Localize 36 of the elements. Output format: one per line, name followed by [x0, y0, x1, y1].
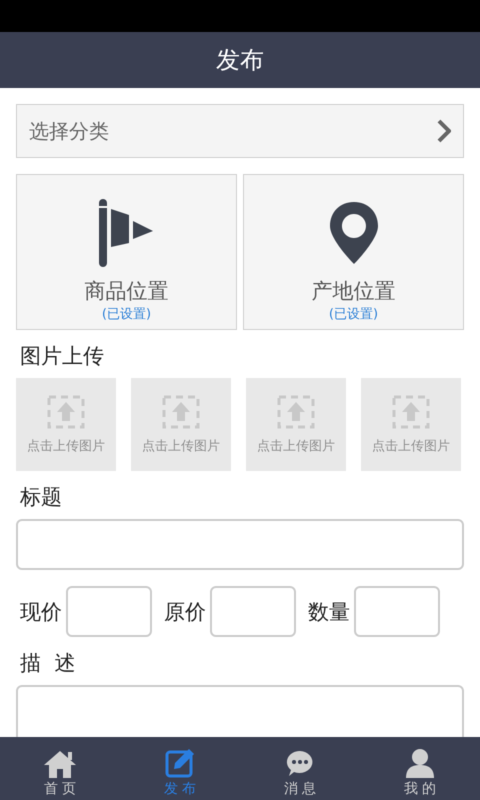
category-select[interactable]: 选择分类 [16, 104, 464, 158]
user-icon [406, 748, 434, 778]
upload-tile[interactable]: 点击上传图片 [246, 378, 346, 471]
nav-tab[interactable]: 首 页 [0, 737, 120, 800]
location-label: 商品位置 [84, 278, 168, 305]
location-status: (已设置) [102, 306, 152, 323]
input-field[interactable] [66, 586, 152, 637]
flag-icon [98, 199, 154, 267]
location-label: 产地位置 [312, 278, 396, 305]
field-label: 标题 [20, 484, 63, 511]
upload-tile[interactable]: 点击上传图片 [16, 378, 116, 471]
location-card[interactable]: 产地位置 (已设置) [243, 174, 464, 330]
location-card[interactable]: 商品位置 (已设置) [16, 174, 237, 330]
upload-tile[interactable]: 点击上传图片 [361, 378, 461, 471]
page-title: 发布 [216, 45, 264, 76]
location-status: (已设置) [328, 306, 378, 323]
nav-tab[interactable]: 我 的 [360, 737, 480, 800]
upload-icon [277, 394, 315, 428]
upload-icon [47, 394, 85, 428]
input-field[interactable] [210, 586, 296, 637]
edit-icon [165, 748, 195, 778]
title-field[interactable] [16, 519, 464, 570]
section-title: 图片上传 [20, 343, 105, 370]
upload-icon [392, 394, 430, 428]
upload-icon [162, 394, 200, 428]
upload-tile[interactable]: 点击上传图片 [131, 378, 231, 471]
home-icon [43, 750, 77, 778]
description-field[interactable] [16, 685, 464, 737]
nav-tab[interactable]: 消 息 [240, 737, 360, 800]
field-label: 现价 [20, 598, 62, 626]
field-label: 数量 [308, 598, 350, 626]
field-label: 描 述 [20, 650, 76, 677]
field-label: 原价 [164, 598, 206, 626]
chat-icon [286, 750, 314, 778]
input-field[interactable] [354, 586, 440, 637]
chevron-icon [437, 119, 451, 143]
